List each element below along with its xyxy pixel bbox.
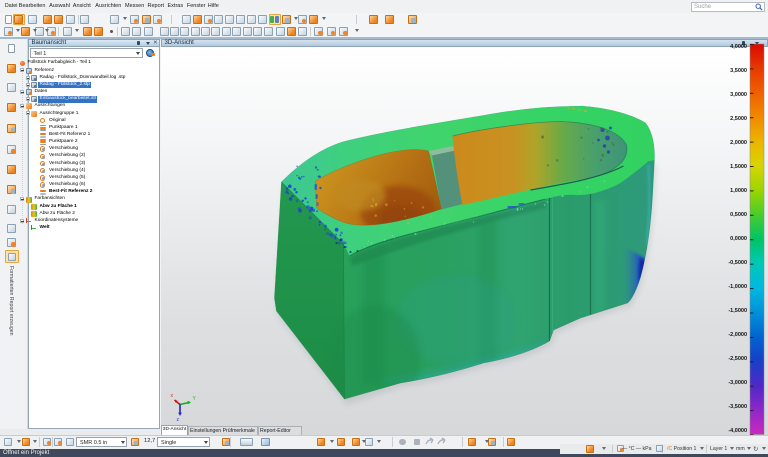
svg-text:Y: Y <box>193 396 197 402</box>
svg-text:x: x <box>171 393 174 399</box>
svg-text:z: z <box>177 417 180 423</box>
